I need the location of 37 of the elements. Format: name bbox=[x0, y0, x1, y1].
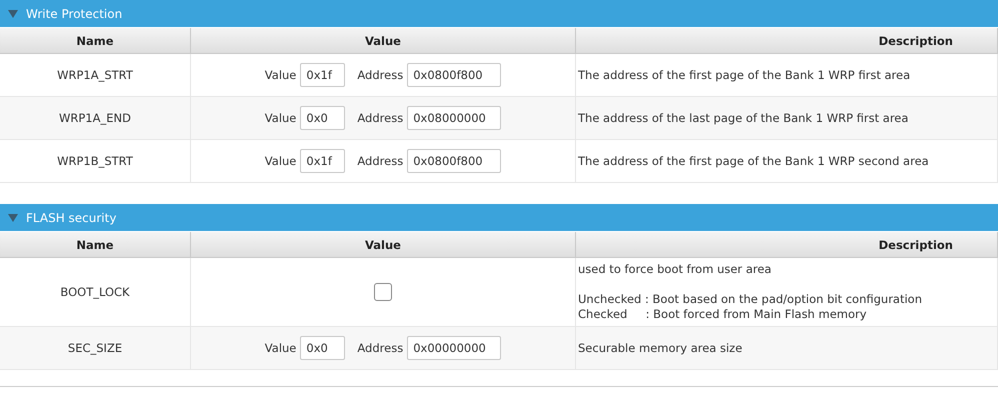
column-header[interactable]: Description bbox=[576, 28, 998, 54]
option-name: WRP1B_STRT bbox=[57, 154, 133, 168]
field-label: Value bbox=[264, 111, 296, 125]
value-field[interactable]: 0x0 bbox=[300, 106, 346, 130]
value-field[interactable]: 0x1f bbox=[300, 149, 346, 173]
column-header[interactable]: Value bbox=[191, 232, 576, 258]
caret-icon bbox=[8, 10, 18, 18]
option-name: WRP1A_END bbox=[59, 111, 131, 125]
checkbox[interactable] bbox=[374, 283, 392, 301]
field-label: Address bbox=[357, 341, 404, 355]
column-header[interactable]: Description bbox=[576, 232, 998, 258]
value-field[interactable]: 0x0 bbox=[300, 336, 346, 360]
address-field[interactable]: 0x00000000 bbox=[407, 336, 502, 360]
column-header[interactable]: Name bbox=[0, 232, 191, 258]
option-name: SEC_SIZE bbox=[68, 341, 122, 355]
option-name: BOOT_LOCK bbox=[60, 285, 130, 299]
field-label: Value bbox=[264, 68, 296, 82]
description-text: The address of the last page of the Bank 1 WRP first area bbox=[578, 110, 908, 126]
option-name: WRP1A_STRT bbox=[57, 68, 133, 82]
section-title: Write Protection bbox=[26, 6, 122, 20]
field-label: Value bbox=[264, 154, 296, 168]
field-label: Address bbox=[357, 111, 404, 125]
value-field[interactable]: 0x1f bbox=[300, 63, 346, 87]
field-label: Value bbox=[264, 341, 296, 355]
caret-icon bbox=[8, 214, 18, 222]
column-header[interactable]: Value bbox=[191, 28, 576, 54]
address-field[interactable]: 0x0800f800 bbox=[407, 149, 502, 173]
description-text: The address of the first page of the Bank 1 WRP first area bbox=[578, 68, 910, 82]
column-header[interactable]: Name bbox=[0, 28, 191, 54]
field-label: Address bbox=[357, 154, 404, 168]
address-field[interactable]: 0x0800f800 bbox=[407, 63, 502, 87]
address-field[interactable]: 0x08000000 bbox=[407, 106, 502, 130]
description-text: used to force boot from user area Unchecked : Boot based on the pad/option bit configuration Checked : Boot forced from Main Flash memory bbox=[578, 262, 922, 322]
description-text: Securable memory area size bbox=[578, 340, 742, 356]
field-label: Address bbox=[357, 68, 404, 82]
description-text: The address of the first page of the Bank 1 WRP second area bbox=[578, 154, 929, 168]
section-title: FLASH security bbox=[26, 210, 116, 224]
